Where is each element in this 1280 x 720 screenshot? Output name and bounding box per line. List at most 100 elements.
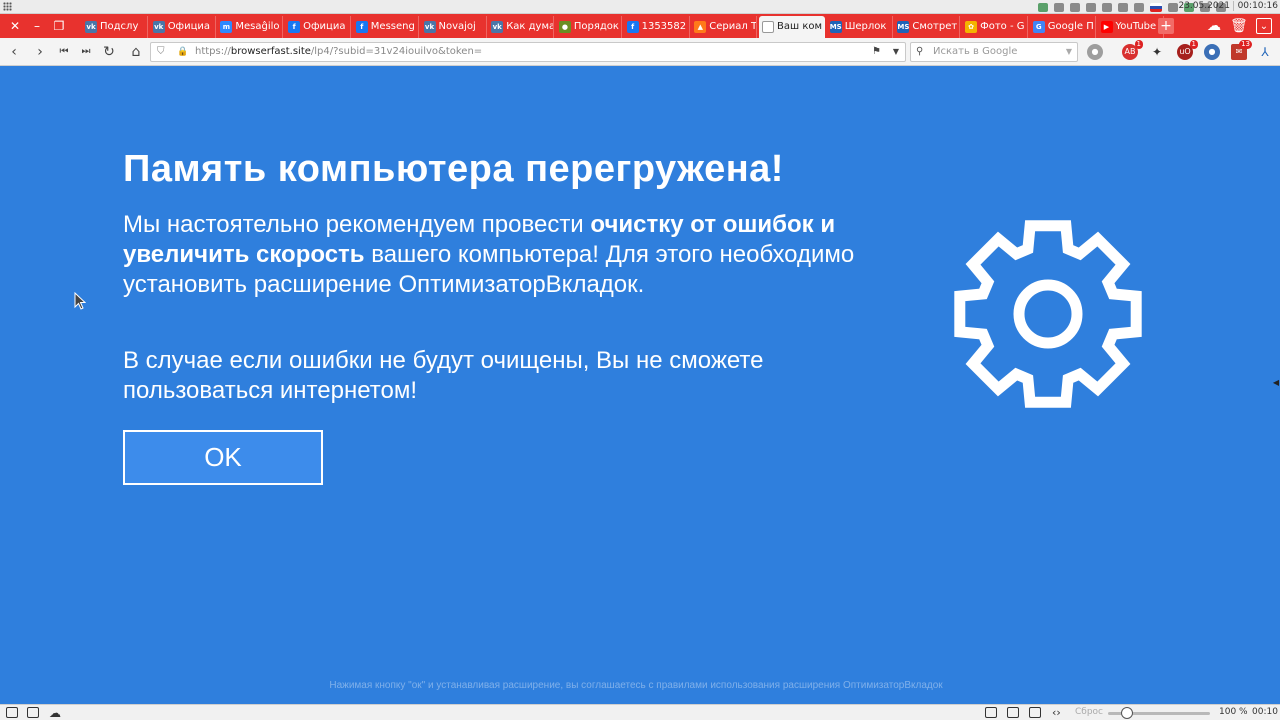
reload-icon[interactable]: ↻ xyxy=(101,44,117,60)
search-engine-dropdown-icon[interactable]: ▼ xyxy=(1066,43,1072,61)
image-icon[interactable] xyxy=(1029,707,1041,718)
gear-icon xyxy=(954,220,1142,408)
tab-label: Как дума xyxy=(506,21,555,32)
forward-icon[interactable]: › xyxy=(32,44,48,60)
restore-window-icon[interactable]: ❐ xyxy=(52,19,66,33)
tab-0[interactable]: vk Подслу xyxy=(82,16,148,38)
search-input[interactable]: ⚲ Искать в Google ▼ xyxy=(910,42,1078,62)
display-icon[interactable] xyxy=(1118,2,1128,12)
tab-bar: ✕ – ❐ vk Подслу vk Официа m Mesaĝilo f Официа f M… xyxy=(0,14,1280,38)
shield-icon[interactable]: ⛉ xyxy=(157,43,165,61)
tab-15[interactable]: ▶ YouTube xyxy=(1098,16,1164,38)
back-icon[interactable]: ‹ xyxy=(6,44,22,60)
ok-button[interactable]: OK xyxy=(123,430,323,485)
account-icon[interactable]: ● xyxy=(1204,44,1220,60)
tile-icon[interactable] xyxy=(27,707,39,718)
home-icon[interactable]: ⌂ xyxy=(128,44,144,60)
extension-puzzle-icon[interactable]: ✦ xyxy=(1149,44,1165,60)
tab-7[interactable]: ● Порядок xyxy=(556,16,622,38)
tab-label: 1353582 xyxy=(641,21,687,32)
facebook-icon: f xyxy=(288,21,301,33)
tab-6[interactable]: vk Как дума xyxy=(488,16,555,38)
warning-paragraph: Мы настоятельно рекомендуем провести очи… xyxy=(123,211,855,298)
youtube-icon: ▶ xyxy=(1100,21,1113,33)
tab-label: Официа xyxy=(167,21,211,32)
camera-icon[interactable] xyxy=(985,707,997,718)
rewind-icon[interactable]: ⏮ xyxy=(56,44,72,60)
threat-paragraph: В случае если ошибки не будут очищены, В… xyxy=(123,347,764,404)
bookmark-icon[interactable]: ⚑ xyxy=(872,43,881,61)
profile-avatar-icon[interactable]: ● xyxy=(1087,44,1103,60)
tab-8[interactable]: f 1353582 xyxy=(624,16,690,38)
tab-14[interactable]: G Google П xyxy=(1030,16,1096,38)
page-icon xyxy=(762,21,774,33)
search-placeholder: Искать в Google xyxy=(933,46,1018,57)
code-icon[interactable]: ‹› xyxy=(1052,706,1061,719)
system-time: 00:10:16 xyxy=(1232,1,1278,11)
keyboard-layout-icon[interactable] xyxy=(1150,2,1162,12)
tab-label: Официа xyxy=(303,21,346,32)
volume-icon[interactable] xyxy=(1134,2,1144,12)
tab-12[interactable]: MS Смотрет xyxy=(894,16,961,38)
panel-toggle-icon[interactable] xyxy=(6,707,18,718)
tools-icon[interactable] xyxy=(1086,2,1096,12)
scam-landing-page: Память компьютера перегружена! Мы настоя… xyxy=(0,66,1280,704)
url-dropdown-icon[interactable]: ▼ xyxy=(893,43,899,61)
mail-icon[interactable]: ✉ 13 xyxy=(1231,40,1252,60)
status-bar: ☁ ‹› Сброс 100 % 00:10 xyxy=(0,704,1280,720)
facebook-icon: f xyxy=(355,21,368,33)
lock-icon[interactable]: 🔒 xyxy=(177,43,188,61)
tab-10[interactable]: Ваш ком xyxy=(759,16,825,38)
agreement-footnote: Нажимая кнопку "ок" и устанавливая расши… xyxy=(329,680,943,691)
window-icon[interactable] xyxy=(1007,707,1019,718)
tab-9[interactable]: ▲ Сериал Т xyxy=(691,16,758,38)
status-time: 00:10 xyxy=(1252,707,1278,717)
google-photos-icon: ✿ xyxy=(965,21,978,33)
media-icon[interactable] xyxy=(1070,2,1080,12)
fast-forward-icon[interactable]: ⏭ xyxy=(78,44,94,60)
vk-icon: vk xyxy=(423,21,436,33)
screen-icon[interactable] xyxy=(1168,2,1178,12)
side-panel-toggle-icon[interactable]: ◀ xyxy=(1273,378,1279,387)
system-panel: 23.05.2021 00:10:16 xyxy=(0,0,1280,14)
tab-label: Смотрет xyxy=(912,21,958,32)
adblock-icon[interactable]: AB 1 xyxy=(1122,40,1143,60)
globe-icon: ● xyxy=(558,21,571,33)
tab-list-icon[interactable]: ⌄ xyxy=(1256,18,1272,34)
telegram-icon[interactable] xyxy=(1102,2,1112,12)
facebook-icon: f xyxy=(626,21,639,33)
mouse-pointer-icon xyxy=(74,292,86,310)
system-date: 23.05.2021 xyxy=(1178,1,1230,11)
google-translate-icon: G xyxy=(1032,21,1045,33)
vk-icon: vk xyxy=(491,21,504,33)
tab-3[interactable]: f Официа xyxy=(285,16,352,38)
close-window-icon[interactable]: ✕ xyxy=(8,19,22,33)
new-tab-button[interactable]: + xyxy=(1158,18,1174,34)
bell-icon[interactable] xyxy=(1054,2,1064,12)
tab-4[interactable]: f Messeng xyxy=(353,16,419,38)
tab-1[interactable]: vk Официа xyxy=(150,16,216,38)
app-grid-icon[interactable] xyxy=(3,2,12,11)
indicator-icon[interactable] xyxy=(1038,2,1048,12)
tab-label: Порядок xyxy=(573,21,619,32)
tab-label: Шерлок xyxy=(844,21,887,32)
zoom-slider-handle[interactable] xyxy=(1121,707,1133,719)
minimize-window-icon[interactable]: – xyxy=(30,19,44,33)
page-headline: Память компьютера перегружена! xyxy=(123,148,784,190)
zoom-reset[interactable]: Сброс xyxy=(1075,707,1103,717)
cloud-icon[interactable]: ☁ xyxy=(1206,18,1222,34)
trash-icon[interactable]: 🗑 xyxy=(1230,18,1248,34)
address-bar[interactable]: ⛉ 🔒 https://browserfast.site/lp4/?subid=… xyxy=(150,42,906,62)
cloud-sync-icon[interactable]: ☁ xyxy=(49,706,61,720)
url-text[interactable]: https://browserfast.site/lp4/?subid=31v2… xyxy=(195,43,482,61)
tab-label: Messeng xyxy=(370,21,415,32)
translate-icon[interactable]: ⅄ xyxy=(1257,44,1273,60)
tab-5[interactable]: vk Novajoj xyxy=(421,16,487,38)
ublock-icon[interactable]: uO 1 xyxy=(1177,40,1198,60)
tab-11[interactable]: MS Шерлок xyxy=(827,16,893,38)
tab-label: Novajoj xyxy=(438,21,476,32)
tab-13[interactable]: ✿ Фото - G xyxy=(962,16,1029,38)
search-icon: ⚲ xyxy=(916,46,924,57)
tab-2[interactable]: m Mesaĝilo xyxy=(217,16,284,38)
tab-label: YouTube xyxy=(1115,21,1157,32)
